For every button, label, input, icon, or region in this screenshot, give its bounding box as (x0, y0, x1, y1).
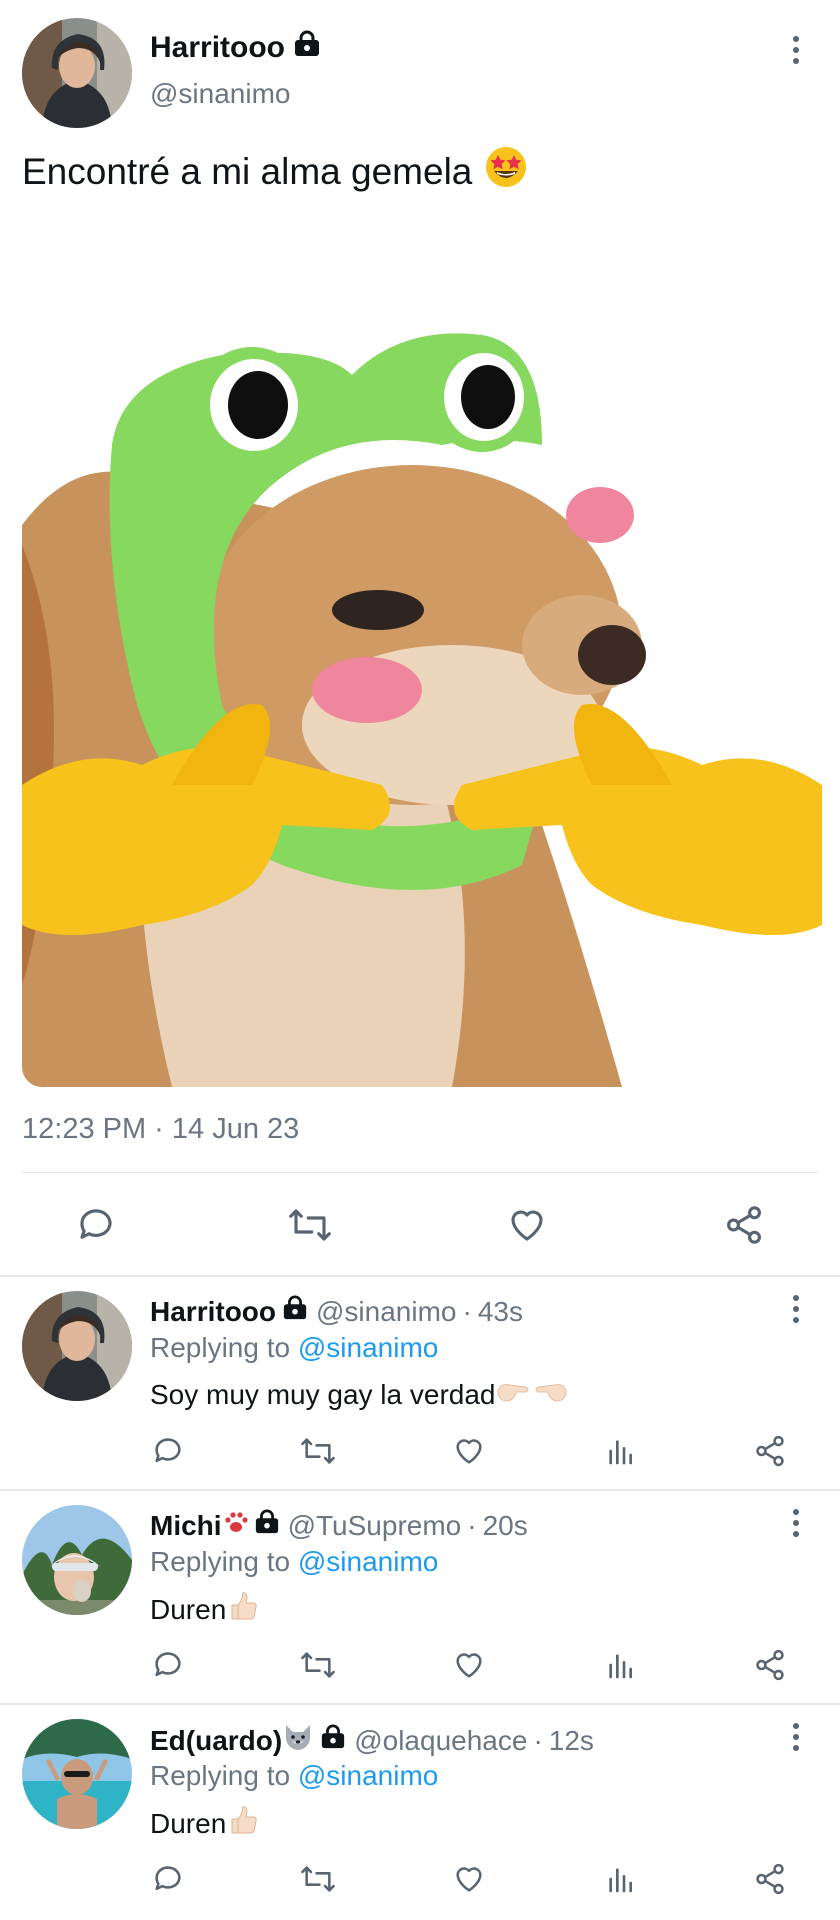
avatar-image (22, 18, 132, 128)
reply-header: Ed(uardo) @olaquehace · 12s (150, 1723, 594, 1758)
avatar[interactable] (22, 1291, 132, 1401)
reply-text: Duren (150, 1803, 260, 1844)
lock-icon (254, 1509, 280, 1542)
like-icon[interactable] (449, 1645, 489, 1685)
reply-time[interactable]: 43s (478, 1296, 523, 1328)
mention-link[interactable]: @sinanimo (298, 1546, 438, 1577)
replying-label: Replying to (150, 1760, 291, 1791)
paw-emoji (222, 1509, 248, 1542)
reply-tweet[interactable]: Ed(uardo) @olaquehace · 12s Replying to … (0, 1705, 840, 1919)
display-name[interactable]: Harritooo (150, 1296, 276, 1328)
mention-link[interactable]: @sinanimo (298, 1332, 438, 1363)
reply-time[interactable]: 20s (483, 1510, 528, 1542)
reply-header: Harritooo @sinanimo · 43s (150, 1295, 523, 1328)
avatar[interactable] (22, 18, 132, 128)
reply-tweet[interactable]: Michi @TuSupremo · 20s Replying to @sina… (0, 1491, 840, 1705)
reply-icon[interactable] (148, 1859, 188, 1899)
reply-tweet[interactable]: Harritooo @sinanimo · 43s Replying to @s… (0, 1277, 840, 1491)
avatar-image (22, 1719, 132, 1829)
more-options-icon[interactable] (786, 36, 806, 64)
share-icon[interactable] (750, 1645, 790, 1685)
divider (22, 1172, 818, 1173)
separator-dot: · (462, 1295, 472, 1327)
tweet-media-image[interactable] (22, 225, 822, 1087)
reply-actions-bar (0, 1429, 840, 1473)
avatar[interactable] (22, 1719, 132, 1829)
avatar-image (22, 1291, 132, 1401)
share-icon[interactable] (720, 1201, 768, 1249)
lock-icon (282, 1295, 308, 1328)
thumbs-up-emoji (226, 1803, 260, 1844)
retweet-icon[interactable] (298, 1859, 338, 1899)
retweet-icon[interactable] (298, 1645, 338, 1685)
handle[interactable]: @TuSupremo (288, 1510, 462, 1542)
tweet-text: Encontré a mi alma gemela (22, 145, 528, 198)
reply-actions-bar (0, 1857, 840, 1901)
tweet-timestamp[interactable]: 12:23 PM · 14 Jun 23 (22, 1113, 299, 1146)
like-icon[interactable] (449, 1859, 489, 1899)
share-icon[interactable] (750, 1431, 790, 1471)
replying-to: Replying to @sinanimo (150, 1332, 438, 1364)
reply-icon[interactable] (148, 1431, 188, 1471)
share-icon[interactable] (750, 1859, 790, 1899)
handle[interactable]: @sinanimo (150, 78, 290, 110)
pointing-fingers-emoji (496, 1375, 568, 1414)
separator-dot: · (533, 1724, 543, 1756)
like-icon[interactable] (503, 1201, 551, 1249)
replying-label: Replying to (150, 1332, 291, 1363)
display-name-text: Harritooo (150, 31, 285, 64)
tweet-actions-bar (0, 1195, 840, 1255)
reply-header: Michi @TuSupremo · 20s (150, 1509, 528, 1542)
replying-label: Replying to (150, 1546, 291, 1577)
like-icon[interactable] (449, 1431, 489, 1471)
more-options-icon[interactable] (786, 1509, 806, 1537)
analytics-icon[interactable] (600, 1645, 640, 1685)
separator-dot: · (467, 1509, 477, 1541)
retweet-icon[interactable] (298, 1431, 338, 1471)
reply-text-content: Soy muy muy gay la verdad (150, 1378, 496, 1410)
retweet-icon[interactable] (286, 1201, 334, 1249)
handle[interactable]: @olaquehace (354, 1725, 527, 1757)
main-tweet: Harritooo @sinanimo Encontré a mi alma g… (0, 0, 840, 1275)
mention-link[interactable]: @sinanimo (298, 1760, 438, 1791)
replying-to: Replying to @sinanimo (150, 1546, 438, 1578)
analytics-icon[interactable] (600, 1859, 640, 1899)
reply-text-content: Duren (150, 1807, 227, 1839)
avatar-image (22, 1505, 132, 1615)
shiba-frog-hat-image (22, 225, 822, 1087)
analytics-icon[interactable] (600, 1431, 640, 1471)
reply-text-content: Duren (150, 1593, 227, 1625)
thumbs-up-emoji (226, 1589, 260, 1630)
reply-icon[interactable] (72, 1201, 120, 1249)
avatar[interactable] (22, 1505, 132, 1615)
wolf-emoji (282, 1723, 314, 1758)
display-name[interactable]: Ed(uardo) (150, 1725, 282, 1757)
reply-icon[interactable] (148, 1645, 188, 1685)
handle[interactable]: @sinanimo (316, 1296, 456, 1328)
display-name[interactable]: Michi (150, 1510, 222, 1542)
more-options-icon[interactable] (786, 1295, 806, 1323)
lock-icon (293, 30, 321, 66)
more-options-icon[interactable] (786, 1723, 806, 1751)
reply-text: Soy muy muy gay la verdad (150, 1375, 568, 1414)
reply-time[interactable]: 12s (549, 1725, 594, 1757)
reply-actions-bar (0, 1643, 840, 1687)
display-name[interactable]: Harritooo (150, 30, 321, 66)
lock-icon (320, 1724, 346, 1757)
tweet-text-content: Encontré a mi alma gemela (22, 150, 473, 192)
star-struck-emoji (484, 145, 528, 198)
replying-to: Replying to @sinanimo (150, 1760, 438, 1792)
reply-text: Duren (150, 1589, 260, 1630)
